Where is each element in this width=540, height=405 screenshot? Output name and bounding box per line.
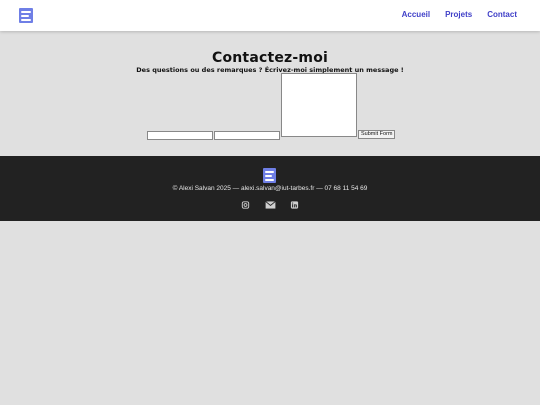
- submit-form-button[interactable]: Submit Form: [358, 130, 396, 139]
- site-footer: © Alexi Salvan 2025 — alexi.salvan@iut-t…: [0, 156, 540, 221]
- contact-title: Contactez-moi: [211, 50, 329, 66]
- site-logo[interactable]: [19, 8, 33, 23]
- email-field[interactable]: [214, 131, 280, 140]
- main-nav: Accueil Projets Contact: [402, 10, 517, 19]
- contact-form: Submit Form: [147, 73, 407, 143]
- message-textarea[interactable]: [281, 73, 357, 137]
- nav-link-contact[interactable]: Contact: [487, 10, 517, 19]
- instagram-icon[interactable]: [241, 201, 250, 209]
- linkedin-icon[interactable]: [290, 201, 299, 209]
- nav-link-accueil[interactable]: Accueil: [402, 10, 430, 19]
- name-field[interactable]: [147, 131, 213, 140]
- footer-copyright: © Alexi Salvan 2025 — alexi.salvan@iut-t…: [172, 185, 368, 192]
- site-header: Accueil Projets Contact: [0, 0, 540, 31]
- mail-icon[interactable]: [265, 201, 276, 209]
- social-links: [241, 201, 299, 211]
- footer-logo: [263, 168, 276, 183]
- nav-link-projets[interactable]: Projets: [445, 10, 472, 19]
